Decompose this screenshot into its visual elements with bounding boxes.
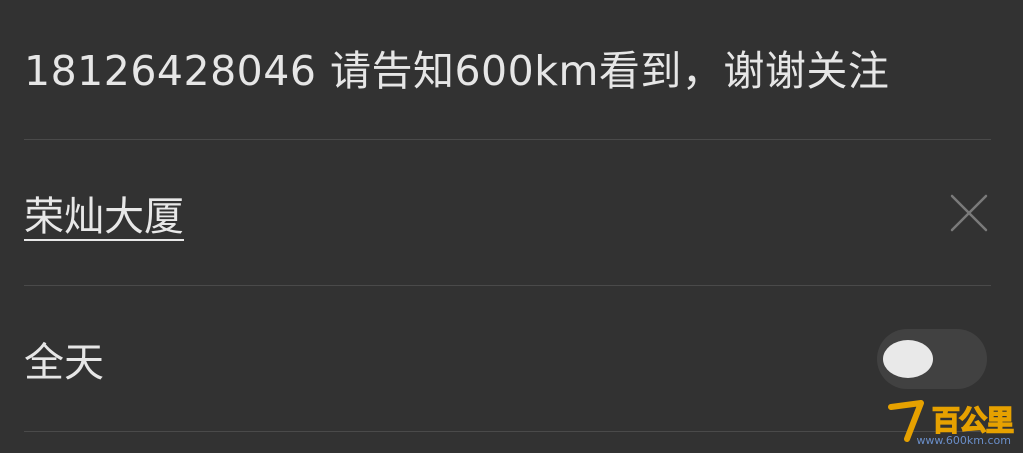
toggle-knob — [883, 340, 933, 378]
event-editor: 18126428046 请告知600km看到，谢谢关注 荣灿大厦 全天 百公里 … — [0, 0, 1023, 453]
divider — [24, 139, 991, 140]
watermark-text: 百公里 — [931, 403, 1015, 438]
all-day-row[interactable]: 全天 — [24, 322, 991, 396]
location-field-row[interactable]: 荣灿大厦 — [24, 176, 991, 250]
close-icon — [950, 194, 988, 232]
clear-location-button[interactable] — [947, 191, 991, 235]
event-title-field[interactable]: 18126428046 请告知600km看到，谢谢关注 — [24, 37, 889, 97]
all-day-toggle[interactable] — [877, 329, 987, 389]
title-field-row[interactable]: 18126428046 请告知600km看到，谢谢关注 — [24, 28, 991, 106]
all-day-label: 全天 — [24, 340, 104, 386]
watermark-url: www.600km.com — [916, 434, 1011, 447]
watermark-logo: 百公里 www.600km.com — [887, 399, 1017, 447]
divider — [24, 285, 991, 286]
location-field[interactable]: 荣灿大厦 — [24, 184, 184, 242]
divider — [24, 431, 991, 432]
